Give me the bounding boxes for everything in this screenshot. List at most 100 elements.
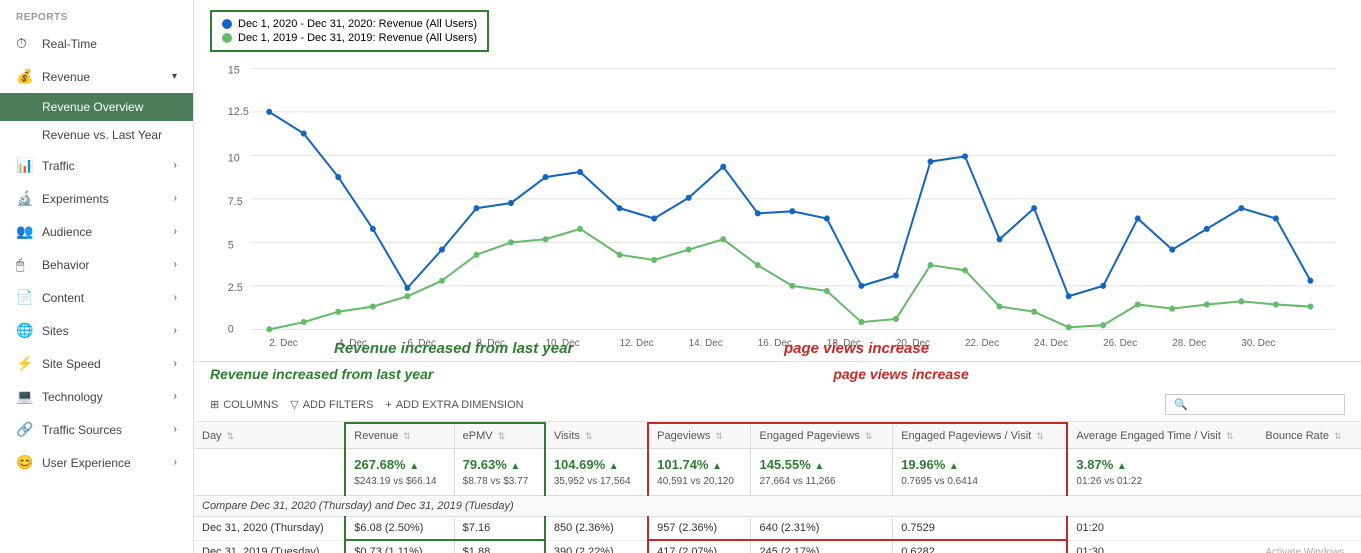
col-header-pageviews[interactable]: Pageviews ⇅ <box>648 423 751 449</box>
legend-dot-2020 <box>222 19 232 29</box>
svg-text:4. Dec: 4. Dec <box>338 338 367 348</box>
row1-engaged-pv: 640 (2.31%) <box>751 517 893 541</box>
sidebar-item-behavior[interactable]: 🖱 Behavior › <box>0 248 193 281</box>
col-header-engaged-pageviews[interactable]: Engaged Pageviews ⇅ <box>751 423 893 449</box>
svg-text:28. Dec: 28. Dec <box>1172 338 1206 348</box>
up-arrow-avg-time: ▲ <box>1117 461 1127 472</box>
sidebar-item-traffic-sources[interactable]: 🔗 Traffic Sources › <box>0 413 193 446</box>
add-dimension-button[interactable]: + ADD EXTRA DIMENSION <box>385 399 523 411</box>
annotation-revenue-text: Revenue increased from last year <box>210 366 433 382</box>
col-header-visits[interactable]: Visits ⇅ <box>545 423 648 449</box>
svg-text:30. Dec: 30. Dec <box>1241 338 1275 348</box>
table-row: Dec 31, 2019 (Tuesday) $0.73 (1.11%) $1.… <box>194 540 1361 553</box>
sidebar-item-content[interactable]: 📄 Content › <box>0 281 193 314</box>
traffic-icon: 📊 <box>16 157 34 174</box>
sidebar-item-sites[interactable]: 🌐 Sites › <box>0 314 193 347</box>
sort-icon-day: ⇅ <box>227 431 235 441</box>
sidebar-item-audience[interactable]: 👥 Audience › <box>0 215 193 248</box>
col-header-engaged-pv-visit[interactable]: Engaged Pageviews / Visit ⇅ <box>893 423 1068 449</box>
svg-text:10: 10 <box>228 152 240 164</box>
data-table-wrapper: Day ⇅ Revenue ⇅ ePMV ⇅ Visits ⇅ <box>194 422 1361 553</box>
data-table: Day ⇅ Revenue ⇅ ePMV ⇅ Visits ⇅ <box>194 422 1361 553</box>
experiments-icon: 🔬 <box>16 190 34 207</box>
sidebar-item-user-experience[interactable]: 😊 User Experience › <box>0 446 193 479</box>
col-header-bounce-rate[interactable]: Bounce Rate ⇅ <box>1257 423 1361 449</box>
content-icon: 📄 <box>16 289 34 306</box>
realtime-icon: ⏱ <box>16 35 34 52</box>
col-header-day[interactable]: Day ⇅ <box>194 423 345 449</box>
row1-revenue: $6.08 (2.50%) <box>345 517 454 541</box>
summary-pageviews: 101.74% ▲ 40,591 vs 20,120 <box>648 449 751 496</box>
sidebar: REPORTS ⏱ Real-Time 💰 Revenue ▾ Revenue … <box>0 0 194 553</box>
columns-button[interactable]: ⊞ COLUMNS <box>210 398 278 411</box>
sort-icon-bounce: ⇅ <box>1334 431 1342 441</box>
main-content: Dec 1, 2020 - Dec 31, 2020: Revenue (All… <box>194 0 1361 553</box>
search-box[interactable]: 🔍 <box>1165 394 1345 415</box>
row2-epmv: $1.88 <box>454 540 545 553</box>
chevron-right-icon6: › <box>174 325 177 336</box>
legend-label-2020: Revenue (All Users) <box>379 18 477 30</box>
sidebar-item-realtime[interactable]: ⏱ Real-Time <box>0 27 193 60</box>
legend-label-2019: Revenue (All Users) <box>379 32 477 44</box>
legend-item-2019: Dec 1, 2019 - Dec 31, 2019: Revenue (All… <box>222 32 477 44</box>
svg-text:16. Dec: 16. Dec <box>758 338 792 348</box>
svg-text:2. Dec: 2. Dec <box>269 338 298 348</box>
svg-text:0: 0 <box>228 323 234 335</box>
svg-text:20. Dec: 20. Dec <box>896 338 930 348</box>
svg-text:7.5: 7.5 <box>228 196 243 208</box>
row1-epmv: $7.16 <box>454 517 545 541</box>
chevron-right-icon3: › <box>174 226 177 237</box>
search-icon: 🔍 <box>1174 398 1188 411</box>
dimension-icon: + <box>385 399 391 411</box>
row2-pageviews: 417 (2.07%) <box>648 540 751 553</box>
sidebar-item-site-speed-label: Site Speed <box>42 357 101 371</box>
col-header-revenue[interactable]: Revenue ⇅ <box>345 423 454 449</box>
sidebar-item-site-speed[interactable]: ⚡ Site Speed › <box>0 347 193 380</box>
svg-text:5: 5 <box>228 239 234 251</box>
revenue-overview-label: Revenue Overview <box>42 100 143 114</box>
legend-date-2019: Dec 1, 2019 - Dec 31, 2019: <box>238 32 376 44</box>
row1-visits: 850 (2.36%) <box>545 517 648 541</box>
sidebar-item-technology-label: Technology <box>42 390 103 404</box>
row2-bounce-rate: Activate Windows <box>1257 540 1361 553</box>
sidebar-item-traffic[interactable]: 📊 Traffic › <box>0 149 193 182</box>
sidebar-item-revenue[interactable]: 💰 Revenue ▾ <box>0 60 193 93</box>
dimension-label: ADD EXTRA DIMENSION <box>396 399 524 411</box>
sidebar-item-user-experience-label: User Experience <box>42 456 131 470</box>
reports-label: REPORTS <box>0 4 193 27</box>
search-input[interactable] <box>1192 399 1336 411</box>
summary-engaged-pv: 145.55% ▲ 27,664 vs 11,266 <box>751 449 893 496</box>
sort-icon-revenue: ⇅ <box>403 431 411 441</box>
chart-container: Dec 1, 2020 - Dec 31, 2020: Revenue (All… <box>194 0 1361 362</box>
sidebar-item-realtime-label: Real-Time <box>42 37 97 51</box>
sidebar-item-content-label: Content <box>42 291 84 305</box>
chevron-right-icon: › <box>174 160 177 171</box>
compare-label: Compare Dec 31, 2020 (Thursday) and Dec … <box>194 496 1361 517</box>
svg-text:12. Dec: 12. Dec <box>620 338 654 348</box>
col-header-avg-time[interactable]: Average Engaged Time / Visit ⇅ <box>1067 423 1257 449</box>
row2-avg-time: 01:30 <box>1067 540 1257 553</box>
sidebar-item-revenue-vs-last-year[interactable]: Revenue vs. Last Year <box>0 121 193 149</box>
col-header-epmv[interactable]: ePMV ⇅ <box>454 423 545 449</box>
up-arrow-engaged-pv: ▲ <box>814 461 824 472</box>
sidebar-item-technology[interactable]: 💻 Technology › <box>0 380 193 413</box>
chevron-right-icon8: › <box>174 391 177 402</box>
svg-text:15: 15 <box>228 64 240 76</box>
table-header-row: Day ⇅ Revenue ⇅ ePMV ⇅ Visits ⇅ <box>194 423 1361 449</box>
row1-eng-pv-visit: 0.7529 <box>893 517 1068 541</box>
row2-engaged-pv: 245 (2.17%) <box>751 540 893 553</box>
add-filters-button[interactable]: ▽ ADD FILTERS <box>290 398 373 411</box>
columns-label: COLUMNS <box>223 399 278 411</box>
technology-icon: 💻 <box>16 388 34 405</box>
annotations-row: Revenue increased from last year page vi… <box>194 362 1361 384</box>
annotation-pageviews-text: page views increase <box>833 366 968 382</box>
legend-date-2020: Dec 1, 2020 - Dec 31, 2020: <box>238 18 376 30</box>
row1-day: Dec 31, 2020 (Thursday) <box>194 517 345 541</box>
table-row: Dec 31, 2020 (Thursday) $6.08 (2.50%) $7… <box>194 517 1361 541</box>
sidebar-item-experiments[interactable]: 🔬 Experiments › <box>0 182 193 215</box>
sidebar-item-traffic-sources-label: Traffic Sources <box>42 423 122 437</box>
sidebar-item-revenue-overview[interactable]: Revenue Overview <box>0 93 193 121</box>
chart-legend: Dec 1, 2020 - Dec 31, 2020: Revenue (All… <box>210 10 489 52</box>
up-arrow-visits: ▲ <box>609 461 619 472</box>
svg-text:8. Dec: 8. Dec <box>476 338 505 348</box>
